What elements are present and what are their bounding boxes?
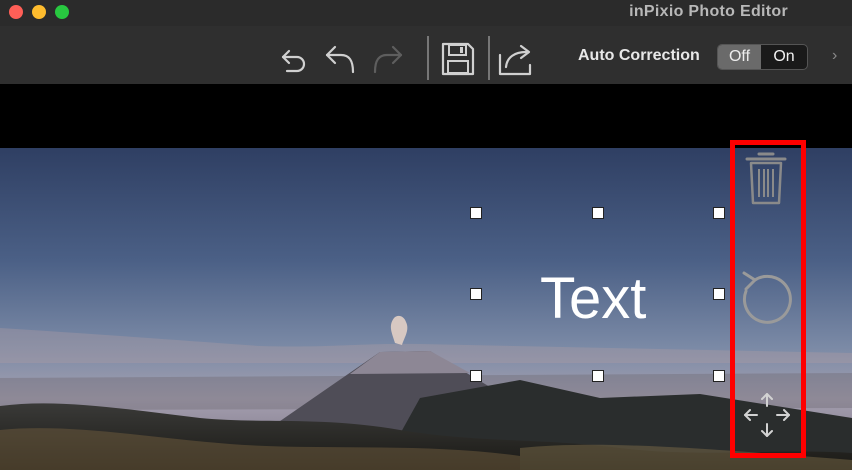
undo-all-button[interactable] xyxy=(274,39,314,79)
auto-correction-label: Auto Correction xyxy=(578,47,700,64)
share-button[interactable] xyxy=(496,39,536,79)
minimize-window-button[interactable] xyxy=(32,5,46,19)
photo-canvas[interactable] xyxy=(0,148,852,470)
chevron-right-icon[interactable]: › xyxy=(832,47,837,65)
canvas-background xyxy=(0,84,852,148)
toolbar-divider xyxy=(488,36,490,80)
save-button[interactable] xyxy=(438,39,478,79)
landscape-photo xyxy=(0,148,852,470)
resize-handle-bottom-right[interactable] xyxy=(713,370,725,382)
resize-handle-top[interactable] xyxy=(592,207,604,219)
resize-handle-right[interactable] xyxy=(713,288,725,300)
save-icon xyxy=(441,42,475,76)
undo-icon xyxy=(325,45,355,74)
highlight-box xyxy=(730,140,806,458)
resize-handle-top-right[interactable] xyxy=(713,207,725,219)
undo-all-icon xyxy=(281,49,306,73)
resize-handle-bottom-left[interactable] xyxy=(470,370,482,382)
zoom-window-button[interactable] xyxy=(55,5,69,19)
redo-button[interactable] xyxy=(368,39,408,79)
text-layer[interactable]: Text xyxy=(540,265,646,332)
window-title: inPixio Photo Editor xyxy=(629,3,788,20)
auto-correction-toggle[interactable]: Off On xyxy=(717,44,808,70)
resize-handle-top-left[interactable] xyxy=(470,207,482,219)
share-icon xyxy=(498,44,532,76)
auto-correction-on-option[interactable]: On xyxy=(761,45,807,69)
close-window-button[interactable] xyxy=(9,5,23,19)
redo-icon xyxy=(373,45,403,74)
toolbar-divider xyxy=(427,36,429,80)
resize-handle-left[interactable] xyxy=(470,288,482,300)
auto-correction-off-option[interactable]: Off xyxy=(718,45,761,69)
title-bar: inPixio Photo Editor xyxy=(0,0,852,26)
resize-handle-bottom[interactable] xyxy=(592,370,604,382)
undo-button[interactable] xyxy=(320,39,360,79)
